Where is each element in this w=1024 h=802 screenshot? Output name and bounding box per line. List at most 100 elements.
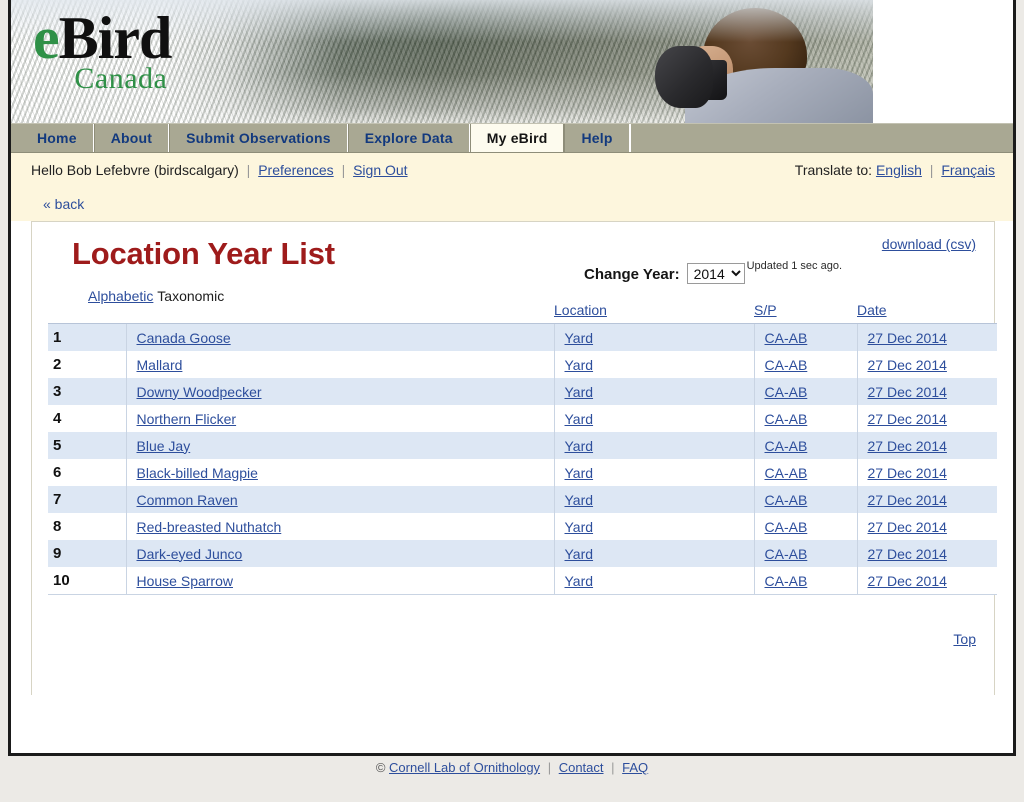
date-link[interactable]: 27 Dec 2014 [868, 411, 947, 427]
nav-tab-submit-observations[interactable]: Submit Observations [169, 124, 348, 152]
state-province-link[interactable]: CA-AB [765, 438, 808, 454]
row-location-cell: Yard [553, 513, 754, 540]
state-province-link[interactable]: CA-AB [765, 492, 808, 508]
header-date: Date [857, 302, 997, 324]
cornell-lab-link[interactable]: Cornell Lab of Ornithology [389, 760, 540, 775]
preferences-link[interactable]: Preferences [258, 162, 333, 178]
state-province-link[interactable]: CA-AB [765, 384, 808, 400]
row-number: 8 [48, 513, 126, 540]
row-number: 7 [48, 486, 126, 513]
species-link[interactable]: Downy Woodpecker [137, 384, 262, 400]
date-link[interactable]: 27 Dec 2014 [868, 330, 947, 346]
download-csv-link[interactable]: download (csv) [882, 236, 976, 252]
header-location: Location [554, 302, 754, 324]
back-link-strip: « back [11, 187, 1013, 221]
location-link[interactable]: Yard [565, 465, 594, 481]
row-species-cell: Black-billed Magpie [125, 459, 554, 486]
translate-label: Translate to: [794, 162, 873, 178]
state-province-link[interactable]: CA-AB [765, 357, 808, 373]
species-link[interactable]: Mallard [137, 357, 183, 373]
nav-tab-explore-data[interactable]: Explore Data [347, 124, 470, 152]
translate-group: Translate to: English | Français [795, 162, 995, 178]
nav-tab-about[interactable]: About [93, 124, 170, 152]
top-link[interactable]: Top [953, 631, 976, 647]
table-row: 3 Downy Woodpecker Yard CA-AB 27 Dec 2014 [48, 378, 997, 405]
date-link[interactable]: 27 Dec 2014 [868, 519, 947, 535]
row-number: 3 [48, 378, 126, 405]
year-select[interactable]: 2014 [686, 263, 745, 284]
translate-francais-link[interactable]: Français [941, 162, 995, 178]
state-province-link[interactable]: CA-AB [765, 573, 808, 589]
state-province-link[interactable]: CA-AB [765, 519, 808, 535]
header-date-link[interactable]: Date [857, 302, 887, 318]
species-link[interactable]: Black-billed Magpie [137, 465, 258, 481]
location-link[interactable]: Yard [565, 384, 594, 400]
location-link[interactable]: Yard [565, 546, 594, 562]
row-state-province-cell: CA-AB [753, 323, 857, 351]
back-link[interactable]: « back [43, 196, 84, 212]
date-link[interactable]: 27 Dec 2014 [868, 465, 947, 481]
contact-link[interactable]: Contact [559, 760, 604, 775]
row-number: 9 [48, 540, 126, 567]
state-province-link[interactable]: CA-AB [765, 465, 808, 481]
species-link[interactable]: Canada Goose [137, 330, 231, 346]
logo-wordmark: eBird [33, 8, 172, 68]
nav-tab-my-ebird[interactable]: My eBird [469, 124, 565, 152]
header-state-province: S/P [754, 302, 857, 324]
species-table: Location S/P Date 1 Canada Goose Yard CA-AB… [48, 302, 997, 595]
date-link[interactable]: 27 Dec 2014 [868, 384, 947, 400]
date-link[interactable]: 27 Dec 2014 [868, 438, 947, 454]
state-province-link[interactable]: CA-AB [765, 411, 808, 427]
row-number: 4 [48, 405, 126, 432]
species-link[interactable]: Common Raven [137, 492, 238, 508]
row-number: 1 [48, 323, 126, 351]
state-province-link[interactable]: CA-AB [765, 546, 808, 562]
state-province-link[interactable]: CA-AB [765, 330, 808, 346]
user-status-bar: Hello Bob Lefebvre (birdscalgary) | Pref… [11, 153, 1013, 187]
date-link[interactable]: 27 Dec 2014 [868, 573, 947, 589]
location-link[interactable]: Yard [565, 519, 594, 535]
species-link[interactable]: House Sparrow [137, 573, 234, 589]
updated-timestamp: Updated 1 sec ago. [746, 260, 843, 272]
date-link[interactable]: 27 Dec 2014 [868, 357, 947, 373]
location-link[interactable]: Yard [565, 438, 594, 454]
row-species-cell: Red-breasted Nuthatch [125, 513, 554, 540]
species-table-head: Location S/P Date [48, 302, 997, 324]
translate-english-link[interactable]: English [876, 162, 922, 178]
faq-link[interactable]: FAQ [622, 760, 648, 775]
header-location-link[interactable]: Location [554, 302, 607, 318]
row-date-cell: 27 Dec 2014 [856, 432, 997, 459]
page-title: Location Year List [72, 236, 335, 271]
table-row: 10 House Sparrow Yard CA-AB 27 Dec 2014 [48, 567, 997, 595]
nav-tab-help[interactable]: Help [564, 124, 630, 152]
table-row: 5 Blue Jay Yard CA-AB 27 Dec 2014 [48, 432, 997, 459]
location-link[interactable]: Yard [565, 573, 594, 589]
nav-tab-home[interactable]: Home [21, 124, 94, 152]
species-link[interactable]: Blue Jay [137, 438, 191, 454]
row-date-cell: 27 Dec 2014 [856, 405, 997, 432]
nav-filler [629, 124, 1013, 152]
species-link[interactable]: Dark-eyed Junco [137, 546, 243, 562]
sign-out-link[interactable]: Sign Out [353, 162, 407, 178]
row-number: 6 [48, 459, 126, 486]
table-row: 1 Canada Goose Yard CA-AB 27 Dec 2014 [48, 323, 997, 351]
main-navigation: Home About Submit Observations Explore D… [11, 123, 1013, 153]
row-species-cell: Downy Woodpecker [125, 378, 554, 405]
row-state-province-cell: CA-AB [753, 567, 857, 595]
header-state-province-link[interactable]: S/P [754, 302, 777, 318]
date-link[interactable]: 27 Dec 2014 [868, 546, 947, 562]
row-location-cell: Yard [553, 486, 754, 513]
ebird-canada-logo[interactable]: eBird Canada [33, 8, 172, 94]
location-link[interactable]: Yard [565, 357, 594, 373]
change-year-control: Change Year: 2014 Updated 1 sec ago. [584, 260, 843, 284]
row-date-cell: 27 Dec 2014 [856, 351, 997, 378]
table-row: 6 Black-billed Magpie Yard CA-AB 27 Dec 2014 [48, 459, 997, 486]
location-link[interactable]: Yard [565, 330, 594, 346]
location-link[interactable]: Yard [565, 411, 594, 427]
header-num [48, 302, 126, 324]
sort-alphabetic-link[interactable]: Alphabetic [88, 288, 153, 304]
location-link[interactable]: Yard [565, 492, 594, 508]
species-link[interactable]: Red-breasted Nuthatch [137, 519, 282, 535]
date-link[interactable]: 27 Dec 2014 [868, 492, 947, 508]
species-link[interactable]: Northern Flicker [137, 411, 237, 427]
